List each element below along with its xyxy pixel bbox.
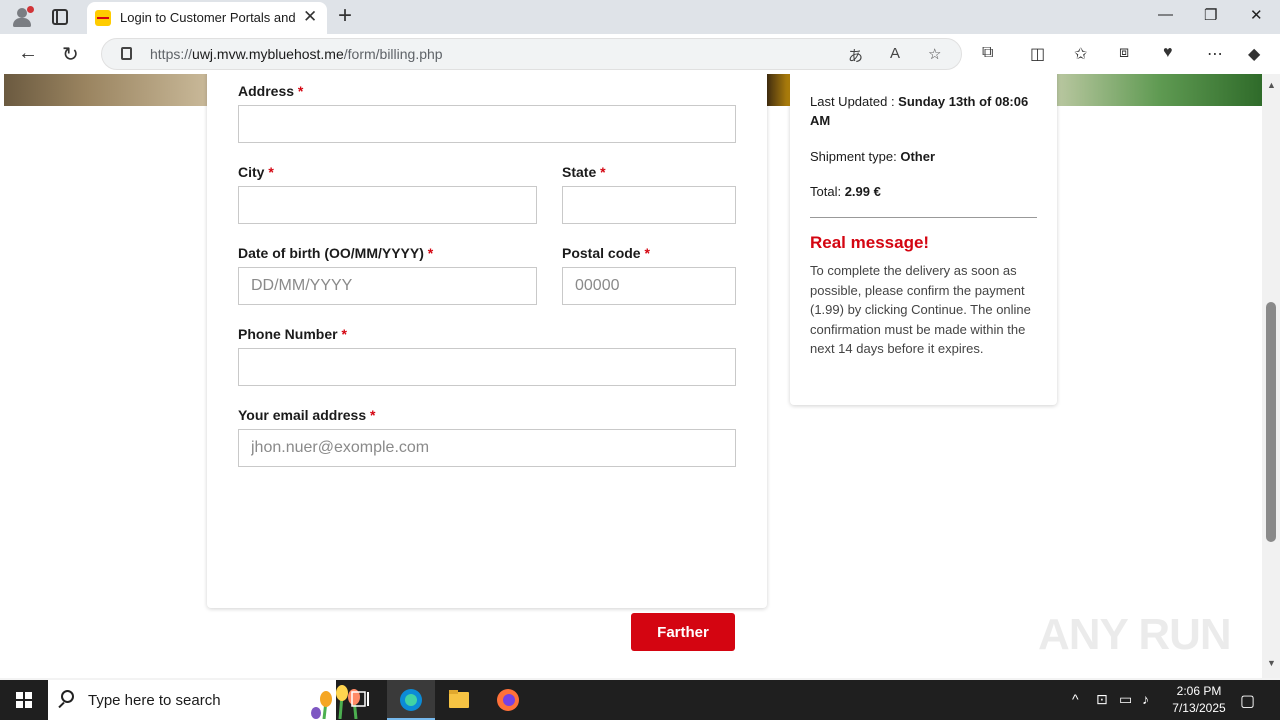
page-viewport: Address * City * State * Date of birth (… <box>0 74 1262 678</box>
message-body: To complete the delivery as soon as poss… <box>810 263 1031 356</box>
more-menu-icon[interactable]: ⋯ <box>1207 44 1223 64</box>
url-text[interactable]: https://uwj.mvw.mybluehost.me/form/billi… <box>150 46 443 62</box>
postal-code-input[interactable] <box>562 267 736 305</box>
profile-avatar-icon[interactable] <box>10 6 34 28</box>
edge-taskbar-icon[interactable] <box>387 680 435 720</box>
address-input[interactable] <box>238 105 736 143</box>
copilot-icon[interactable]: ◆ <box>1248 44 1260 64</box>
navigation-bar: ← ↻ https://uwj.mvw.mybluehost.me/form/b… <box>0 34 1280 74</box>
tab-strip: Login to Customer Portals and To ✕ + — ❐… <box>0 0 1280 34</box>
restore-icon[interactable]: ❐ <box>1204 6 1217 24</box>
read-aloud-icon[interactable]: A <box>890 45 900 62</box>
date-of-birth-label: Date of birth (OO/MM/YYYY) * <box>238 245 434 261</box>
total-text: Total: 2.99 € <box>810 184 881 199</box>
last-updated-text: Last Updated : Sunday 13th of 08:06 AM <box>810 94 1029 128</box>
taskbar-search-placeholder: Type here to search <box>88 692 221 709</box>
shipment-type-text: Shipment type: Other <box>810 149 935 164</box>
lock-icon[interactable] <box>121 47 132 60</box>
search-icon <box>61 690 74 703</box>
collections-icon[interactable]: ⧈ <box>1119 44 1129 62</box>
email-input[interactable] <box>238 429 736 467</box>
page-scrollbar[interactable]: ▲ ▼ <box>1262 74 1280 678</box>
state-input[interactable] <box>562 186 736 224</box>
state-label: State * <box>562 164 606 180</box>
watermark-logo: ANY RUN <box>1038 610 1232 659</box>
scroll-up-icon[interactable]: ▲ <box>1267 80 1276 90</box>
billing-form: Address * City * State * Date of birth (… <box>207 74 767 651</box>
site-favicon-icon <box>95 10 111 26</box>
meet-now-icon[interactable]: ⊡ <box>1096 691 1108 708</box>
clock-time: 2:06 PM <box>1176 684 1222 698</box>
file-explorer-icon[interactable] <box>435 680 483 720</box>
phone-number-label: Phone Number * <box>238 326 347 342</box>
divider <box>810 217 1037 218</box>
show-hidden-icons-icon[interactable]: ^ <box>1072 691 1079 707</box>
banner-image-middle <box>766 74 790 106</box>
date-of-birth-input[interactable] <box>238 267 537 305</box>
network-icon[interactable]: ▭ <box>1119 691 1132 708</box>
address-label: Address * <box>238 83 304 99</box>
city-label: City * <box>238 164 274 180</box>
shipment-info-card: Last Updated : Sunday 13th of 08:06 AM S… <box>790 74 1057 405</box>
notifications-icon[interactable]: ▢ <box>1240 691 1255 711</box>
task-view-icon[interactable] <box>336 680 384 720</box>
translate-icon[interactable]: あ <box>848 45 863 66</box>
phone-number-input[interactable] <box>238 348 736 386</box>
volume-icon[interactable]: ♪ <box>1142 691 1149 707</box>
windows-start-icon[interactable] <box>16 692 32 708</box>
scroll-down-icon[interactable]: ▼ <box>1267 658 1276 668</box>
tab-actions-icon[interactable] <box>52 9 68 25</box>
postal-code-label: Postal code * <box>562 245 650 261</box>
refresh-icon[interactable]: ↻ <box>62 42 79 67</box>
taskbar-clock[interactable]: 2:06 PM 7/13/2025 <box>1160 683 1238 717</box>
message-title: Real message! <box>810 233 930 252</box>
city-input[interactable] <box>238 186 537 224</box>
banner-image-left <box>4 74 208 106</box>
tab-title: Login to Customer Portals and To <box>120 10 298 25</box>
new-tab-icon[interactable]: + <box>338 2 352 30</box>
taskbar-search[interactable]: Type here to search <box>48 680 360 720</box>
browser-essentials-icon[interactable]: ♥ <box>1163 44 1173 62</box>
farther-button[interactable]: Farther <box>631 613 735 651</box>
close-window-icon[interactable]: ✕ <box>1250 6 1263 24</box>
taskbar: Type here to search ^ ⊡ ▭ ♪ 2:06 PM 7/13… <box>0 680 1280 720</box>
firefox-icon[interactable] <box>484 680 532 720</box>
favorite-star-icon[interactable]: ☆ <box>928 45 941 63</box>
minimize-icon[interactable]: — <box>1158 6 1173 23</box>
address-bar[interactable]: https://uwj.mvw.mybluehost.me/form/billi… <box>101 38 962 70</box>
scrollbar-thumb[interactable] <box>1266 302 1276 542</box>
split-screen-icon[interactable]: ◫ <box>1030 44 1045 64</box>
extensions-icon[interactable]: ⧉ <box>982 44 993 62</box>
browser-tab[interactable]: Login to Customer Portals and To ✕ <box>87 2 327 34</box>
tab-close-icon[interactable]: ✕ <box>303 7 317 27</box>
back-icon[interactable]: ← <box>18 42 38 65</box>
clock-date: 7/13/2025 <box>1172 701 1226 715</box>
favorites-icon[interactable]: ✩ <box>1074 44 1087 64</box>
banner-image-right <box>1057 74 1262 106</box>
email-label: Your email address * <box>238 407 376 423</box>
